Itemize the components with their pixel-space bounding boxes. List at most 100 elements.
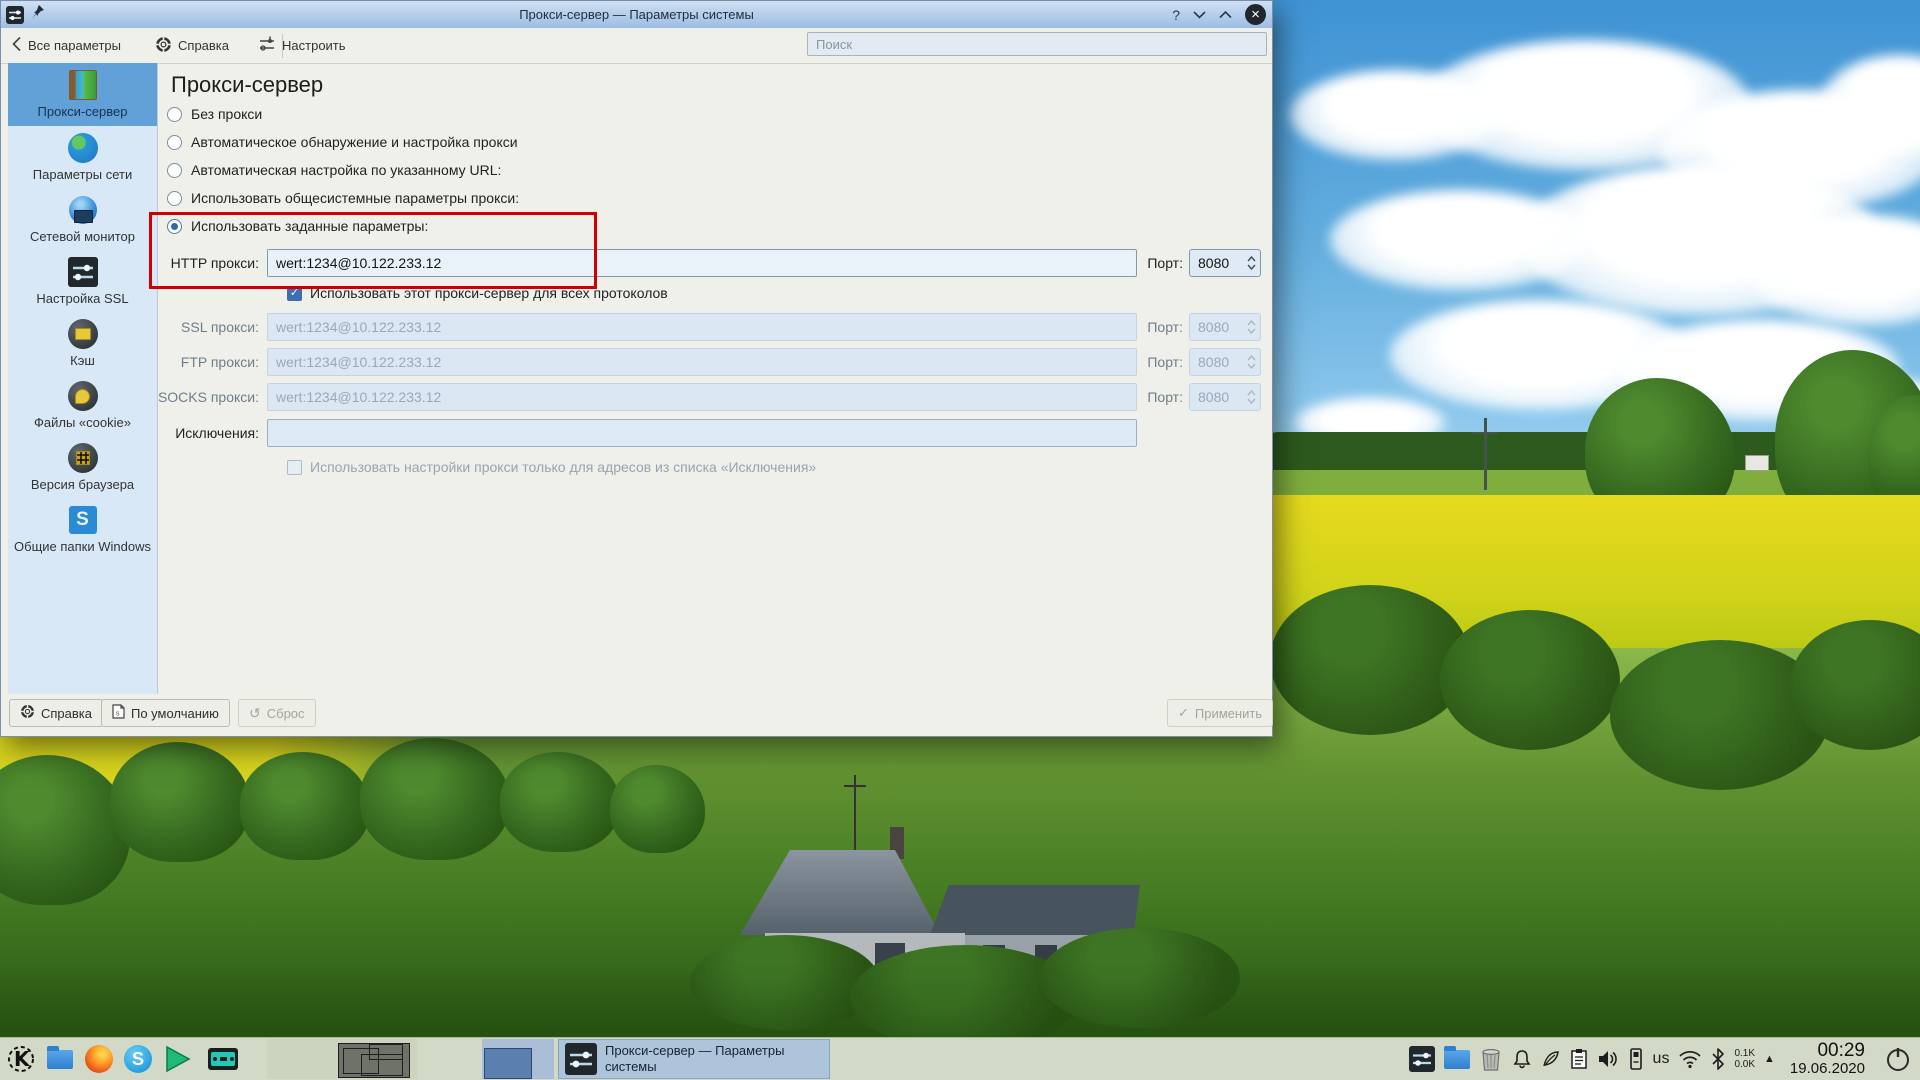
socks-port-input[interactable]: [1190, 384, 1242, 410]
reset-button[interactable]: ↺ Сброс: [238, 699, 316, 727]
sidebar-item-network-monitor[interactable]: Сетевой монитор: [8, 188, 157, 250]
ftp-proxy-input[interactable]: [267, 348, 1137, 376]
globe-monitor-icon: [67, 194, 99, 226]
tray-expand-arrow-icon[interactable]: ▲: [1764, 1053, 1775, 1065]
all-settings-button[interactable]: Все параметры: [1, 28, 131, 63]
wallpaper-pylon: [1484, 418, 1487, 490]
footer-help-button[interactable]: Справка: [9, 699, 103, 727]
titlebar[interactable]: Прокси-сервер — Параметры системы ? ×: [1, 1, 1272, 29]
lifebuoy-icon: [20, 704, 35, 722]
yakuake-button[interactable]: [206, 1042, 240, 1076]
net-down: 0.0K: [1734, 1059, 1756, 1070]
spinner-arrows: [1242, 384, 1260, 410]
http-proxy-input[interactable]: [267, 249, 1137, 277]
settings-window: Прокси-сервер — Параметры системы ? × Вс…: [0, 0, 1274, 737]
sidebar-item-proxy[interactable]: Прокси-сервер: [8, 63, 157, 126]
exceptions-label: Исключения:: [175, 425, 259, 441]
bluetooth-icon[interactable]: [1711, 1048, 1725, 1070]
tray-folder-icon[interactable]: [1443, 1045, 1470, 1069]
kde-menu-button[interactable]: K: [4, 1042, 38, 1076]
radio-auto-url[interactable]: Автоматическая настройка по указанному U…: [167, 162, 501, 178]
toolbar: Все параметры Справка Настроить: [1, 28, 1272, 64]
undo-icon: ↺: [249, 704, 261, 721]
reset-label: Сброс: [266, 705, 305, 721]
http-port-spinbox[interactable]: [1189, 249, 1261, 277]
checkbox-unchecked-icon: [287, 459, 302, 475]
chevron-left-icon: [11, 36, 22, 55]
socks-proxy-input[interactable]: [267, 383, 1137, 411]
socks-proxy-label: SOCKS прокси:: [157, 389, 259, 405]
toolbar-help-button[interactable]: Справка: [145, 28, 239, 63]
ftp-port-input[interactable]: [1190, 349, 1242, 375]
exceptions-input[interactable]: [267, 419, 1137, 447]
wallpaper-tree: [610, 765, 705, 853]
pin-icon[interactable]: [31, 4, 45, 25]
radio-auto-detect[interactable]: Автоматическое обнаружение и настройка п…: [167, 134, 518, 150]
radio-label: Использовать общесистемные параметры про…: [191, 190, 520, 206]
wallpaper-bush: [1270, 585, 1470, 735]
sidebar-item-cookies[interactable]: Файлы «cookie»: [8, 374, 157, 436]
ssl-port-spinbox[interactable]: [1189, 313, 1261, 341]
file-manager-button[interactable]: [43, 1042, 77, 1076]
radio-manual-proxy[interactable]: Использовать заданные параметры:: [167, 218, 428, 234]
radio-system-proxy[interactable]: Использовать общесистемные параметры про…: [167, 190, 519, 206]
window-down-button[interactable]: [1193, 10, 1206, 19]
network-traffic-indicator[interactable]: 0.1K 0.0K: [1734, 1048, 1755, 1070]
radio-icon: [167, 162, 182, 178]
checkbox-all-protocols[interactable]: ✓ Использовать этот прокси-сервер для вс…: [287, 285, 668, 301]
pager-window-thumbnail: [484, 1048, 532, 1079]
sidebar-item-windows-shares[interactable]: S Общие папки Windows: [8, 498, 157, 576]
removable-device-icon[interactable]: [1628, 1048, 1644, 1070]
http-port-input[interactable]: [1190, 250, 1242, 276]
ftp-port-spinbox[interactable]: [1189, 348, 1261, 376]
sidebar-item-cache[interactable]: Кэш: [8, 312, 157, 374]
pager-desktop-2[interactable]: [482, 1039, 554, 1079]
toolbar-separator: [282, 33, 283, 58]
radio-no-proxy[interactable]: Без прокси: [167, 106, 262, 122]
configure-button[interactable]: Настроить: [249, 28, 356, 63]
keyboard-layout-indicator[interactable]: us: [1653, 1050, 1670, 1068]
apply-button[interactable]: ✓ Применить: [1167, 699, 1274, 727]
sidebar-item-browser-id[interactable]: Версия браузера: [8, 436, 157, 498]
taskbar: K S Прокси-сервер — Параметры системы us…: [0, 1037, 1920, 1080]
wallpaper-building: [1745, 455, 1769, 471]
checkbox-only-exception-list[interactable]: Использовать настройки прокси только для…: [287, 459, 816, 475]
trash-icon[interactable]: [1479, 1046, 1503, 1072]
document-icon: s: [112, 704, 125, 722]
spinner-arrows[interactable]: [1242, 250, 1260, 276]
leaf-icon[interactable]: [1541, 1049, 1561, 1069]
close-button[interactable]: ×: [1245, 4, 1266, 25]
notifications-bell-icon[interactable]: [1512, 1049, 1532, 1069]
svg-text:K: K: [14, 1047, 31, 1071]
clipboard-icon[interactable]: [1570, 1048, 1588, 1070]
check-icon: ✓: [1178, 705, 1189, 720]
task-button-proxy-settings[interactable]: Прокси-сервер — Параметры системы: [558, 1039, 830, 1079]
defaults-label: По умолчанию: [131, 705, 219, 721]
sidebar-separator: [157, 63, 158, 694]
sidebar-item-ssl[interactable]: Настройка SSL: [8, 250, 157, 312]
digital-clock[interactable]: 00:29 19.06.2020: [1790, 1041, 1865, 1077]
wallpaper-bush: [1440, 610, 1620, 750]
help-window-button[interactable]: ?: [1172, 8, 1180, 22]
tray-system-settings-icon[interactable]: [1408, 1046, 1435, 1072]
media-player-button[interactable]: [160, 1042, 194, 1076]
wifi-icon[interactable]: [1678, 1049, 1702, 1069]
socks-port-spinbox[interactable]: [1189, 383, 1261, 411]
all-settings-label: Все параметры: [28, 38, 122, 53]
sidebar-item-network-settings[interactable]: Параметры сети: [8, 126, 157, 188]
sidebar-item-label: Общие папки Windows: [14, 539, 151, 554]
ssl-port-input[interactable]: [1190, 314, 1242, 340]
skype-button[interactable]: S: [121, 1042, 155, 1076]
radio-icon-checked: [167, 218, 182, 234]
wallpaper-tree: [500, 752, 620, 852]
pager-desktop-1[interactable]: [267, 1039, 417, 1079]
leave-power-icon[interactable]: [1884, 1045, 1912, 1073]
defaults-button[interactable]: s По умолчанию: [101, 699, 230, 727]
window-up-button[interactable]: [1219, 10, 1232, 19]
volume-icon[interactable]: [1597, 1049, 1619, 1069]
ssl-proxy-input[interactable]: [267, 313, 1137, 341]
search-input[interactable]: [807, 32, 1267, 56]
radio-label: Автоматическое обнаружение и настройка п…: [191, 134, 518, 150]
firefox-button[interactable]: [82, 1042, 116, 1076]
socks-port-label: Порт:: [1147, 389, 1183, 405]
